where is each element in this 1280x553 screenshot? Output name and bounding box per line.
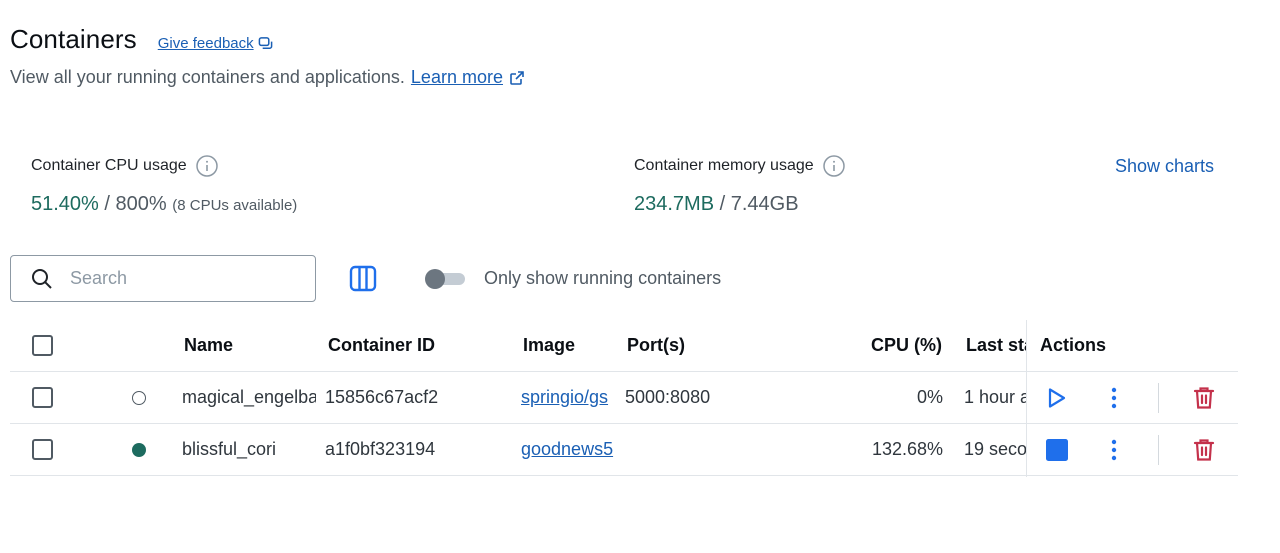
image-cell: goodnews5 — [521, 424, 615, 475]
status-cell — [132, 372, 146, 423]
row-select-cell — [32, 372, 53, 423]
container-id: a1f0bf323194 — [325, 439, 436, 459]
search-box — [10, 255, 316, 302]
memory-used: 234.7MB — [634, 193, 715, 215]
kebab-menu-icon — [1111, 387, 1117, 408]
column-header-image[interactable]: Image — [523, 320, 575, 371]
cpu-available: (8 CPUs available) — [172, 197, 298, 214]
status-cell — [132, 424, 146, 475]
delete-button[interactable] — [1188, 424, 1220, 475]
search-icon — [32, 268, 52, 289]
memory-usage-stat: Container memory usage 234.7MB / 7.44GB — [634, 155, 845, 216]
containers-table: Name Container ID Image Port(s) CPU (%) … — [10, 320, 1238, 477]
trash-icon — [1193, 438, 1215, 461]
memory-total: 7.44GB — [730, 193, 799, 215]
cpu-cell: 0% — [916, 387, 943, 407]
stop-button[interactable] — [1040, 424, 1074, 475]
info-icon[interactable] — [822, 155, 845, 177]
select-all-cell — [32, 320, 53, 371]
column-header-name[interactable]: Name — [184, 320, 233, 371]
page-subtitle: View all your running containers and app… — [10, 67, 525, 88]
last-started-cell: 19 seco — [964, 439, 1026, 459]
more-options-button[interactable] — [1100, 424, 1128, 475]
cpu-used: 51.40% — [31, 193, 99, 215]
learn-more-link[interactable]: Learn more — [411, 67, 525, 88]
memory-usage-label-row: Container memory usage — [634, 155, 845, 177]
page-title: Containers — [10, 24, 137, 54]
learn-more-label: Learn more — [410, 67, 503, 87]
column-header-last-started[interactable]: Last sta — [966, 320, 1026, 371]
ports-cell[interactable]: 5000:8080 — [625, 372, 710, 423]
row-checkbox[interactable] — [32, 439, 53, 460]
status-running-icon — [132, 442, 146, 457]
memory-usage-value: 234.7MB / 7.44GB — [634, 193, 845, 216]
table-row[interactable]: blissful_cori a1f0bf323194 goodnews5 132… — [10, 424, 1238, 476]
external-link-icon — [510, 70, 524, 85]
column-header-cpu[interactable]: CPU (%) — [871, 320, 942, 371]
image-link[interactable]: springio/gs — [521, 387, 608, 408]
cpu-usage-label-row: Container CPU usage — [31, 155, 297, 177]
column-header-ports[interactable]: Port(s) — [627, 320, 685, 371]
last-started-cell: 1 hour a — [964, 387, 1026, 407]
image-cell: springio/gs — [521, 372, 615, 423]
memory-separator: / — [714, 193, 731, 215]
container-name[interactable]: blissful_cori — [182, 424, 316, 475]
running-only-toggle[interactable] — [425, 269, 465, 289]
title-row: Containers Give feedback — [10, 24, 273, 55]
cpu-usage-stat: Container CPU usage 51.40% / 800% (8 CPU… — [31, 155, 297, 216]
start-button[interactable] — [1040, 372, 1074, 423]
more-options-button[interactable] — [1100, 372, 1128, 423]
info-icon[interactable] — [195, 155, 218, 177]
feedback-icon — [258, 37, 272, 49]
status-stopped-icon — [132, 390, 146, 405]
container-id: 15856c67acf2 — [325, 387, 439, 407]
memory-usage-label: Container memory usage — [634, 157, 814, 174]
cpu-usage-value: 51.40% / 800% (8 CPUs available) — [31, 193, 297, 216]
kebab-menu-icon — [1111, 439, 1117, 460]
give-feedback-label: Give feedback — [157, 35, 254, 52]
select-all-checkbox[interactable] — [32, 335, 53, 356]
cpu-separator: / — [98, 193, 116, 215]
give-feedback-link[interactable]: Give feedback — [158, 35, 273, 52]
cpu-cell: 132.68% — [871, 439, 943, 459]
delete-button[interactable] — [1188, 372, 1220, 423]
play-icon — [1048, 387, 1066, 408]
table-header-row: Name Container ID Image Port(s) CPU (%) … — [10, 320, 1238, 372]
subtitle-text: View all your running containers and app… — [10, 67, 405, 87]
actions-separator — [1158, 435, 1159, 465]
cpu-usage-label: Container CPU usage — [31, 157, 187, 174]
columns-icon[interactable] — [349, 265, 377, 292]
row-checkbox[interactable] — [32, 387, 53, 408]
cpu-total: 800% — [115, 193, 167, 215]
toggle-knob — [425, 269, 445, 289]
search-input[interactable] — [70, 268, 290, 289]
show-charts-button[interactable]: Show charts — [1115, 156, 1214, 177]
containers-page: Containers Give feedback View all your r… — [0, 0, 1280, 553]
trash-icon — [1193, 386, 1215, 409]
running-only-label: Only show running containers — [484, 268, 722, 288]
container-name[interactable]: magical_engelba — [182, 372, 316, 423]
actions-separator — [1158, 383, 1159, 413]
column-header-container-id[interactable]: Container ID — [328, 320, 435, 371]
table-row[interactable]: magical_engelba 15856c67acf2 springio/gs… — [10, 372, 1238, 424]
row-select-cell — [32, 424, 53, 475]
stop-icon — [1046, 438, 1068, 461]
column-header-actions: Actions — [1040, 335, 1107, 355]
image-link[interactable]: goodnews5 — [521, 439, 613, 460]
